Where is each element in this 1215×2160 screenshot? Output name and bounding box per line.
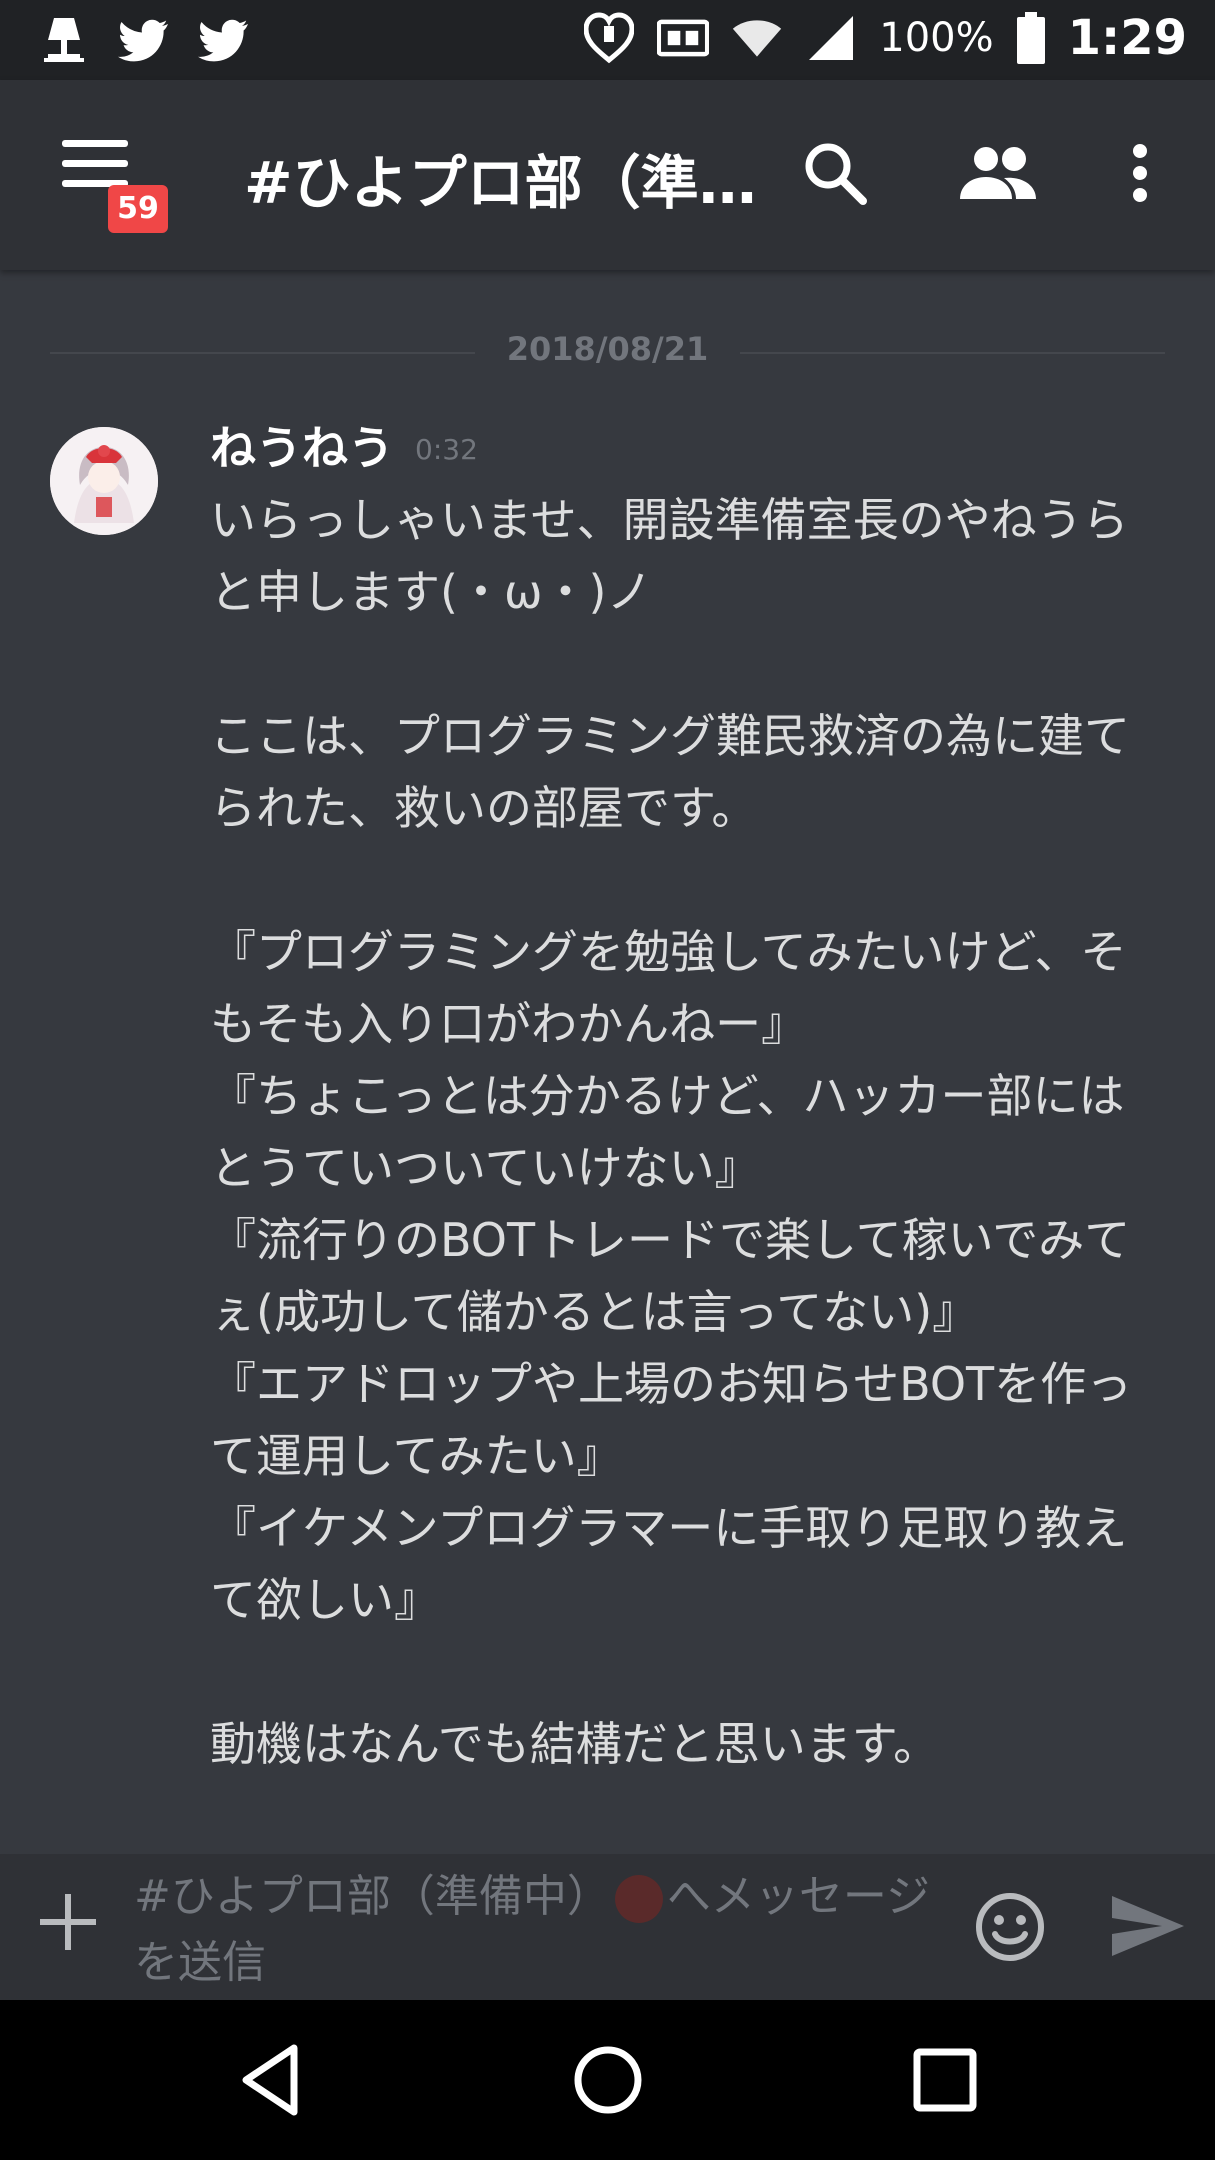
battery-percent: 100% xyxy=(879,15,994,61)
unread-badge: 59 xyxy=(108,185,168,233)
home-button[interactable] xyxy=(568,2040,648,2120)
date-label: 2018/08/21 xyxy=(506,330,709,368)
message-content: いらっしゃいませ、開設準備室長のやねうらと申します(・ω・)ノ ここは、プログラ… xyxy=(210,493,1133,1771)
members-button[interactable] xyxy=(953,128,1043,218)
send-button[interactable] xyxy=(1110,1894,1185,1964)
overflow-menu-button[interactable] xyxy=(1095,128,1185,218)
back-button[interactable] xyxy=(232,2040,312,2120)
placeholder-channel: #ひよプロ部（準備中） xyxy=(134,1871,611,1922)
recents-button[interactable] xyxy=(905,2040,985,2120)
clock: 1:29 xyxy=(1067,10,1187,66)
message-input[interactable]: #ひよプロ部（準備中） へメッセージを送信 xyxy=(134,1864,964,1994)
wifi-icon xyxy=(731,12,783,64)
message-composer: #ひよプロ部（準備中） へメッセージを送信 xyxy=(0,1854,1215,2000)
nfc-icon xyxy=(657,12,710,64)
status-bar: 100% 1:29 xyxy=(0,0,1215,80)
twitter-icon xyxy=(118,14,170,66)
battery-icon xyxy=(1016,12,1046,64)
emoji-button[interactable] xyxy=(975,1892,1045,1962)
home-circle-icon xyxy=(574,2046,642,2114)
avatar[interactable] xyxy=(50,427,158,535)
status-dot-icon xyxy=(614,1875,663,1923)
back-triangle-icon xyxy=(242,2044,298,2116)
heart-shield-icon xyxy=(583,12,635,64)
recents-square-icon xyxy=(913,2048,977,2112)
attach-button[interactable] xyxy=(40,1894,96,1950)
date-divider: 2018/08/21 xyxy=(50,330,1165,370)
signal-icon xyxy=(805,12,857,64)
hamburger-icon xyxy=(62,140,128,147)
lamp-icon xyxy=(38,14,90,66)
menu-button[interactable]: 59 xyxy=(50,140,168,240)
channel-header: 59 #ひよプロ部（準… xyxy=(0,80,1215,270)
members-icon xyxy=(960,147,1036,199)
channel-title[interactable]: #ひよプロ部（準… xyxy=(244,136,764,220)
twitter-icon xyxy=(198,14,250,66)
message-author[interactable]: ねうねう xyxy=(210,412,394,478)
smiley-icon xyxy=(976,1893,1044,1961)
more-vertical-icon xyxy=(1133,144,1147,202)
message-timestamp: 0:32 xyxy=(415,433,478,466)
send-icon xyxy=(1112,1896,1184,1956)
system-nav-bar xyxy=(0,2000,1215,2160)
search-icon xyxy=(805,143,867,205)
search-button[interactable] xyxy=(790,128,880,218)
